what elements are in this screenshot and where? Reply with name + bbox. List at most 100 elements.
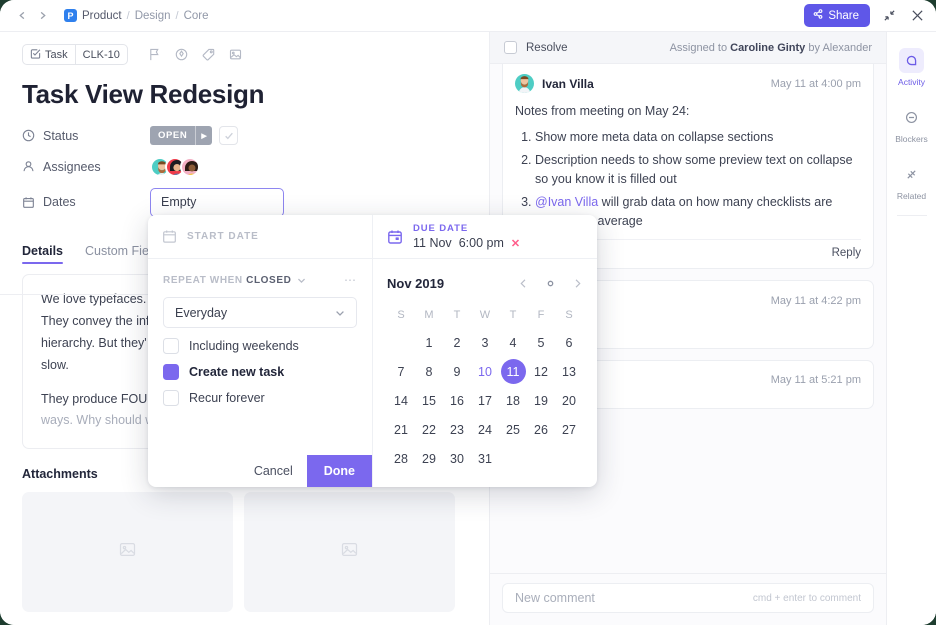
- avatar[interactable]: [515, 74, 534, 93]
- assignees-field-label: Assignees: [22, 160, 150, 174]
- clear-due-date-icon[interactable]: ✕: [511, 237, 520, 250]
- calendar-day[interactable]: 10: [471, 357, 499, 386]
- new-comment-input[interactable]: New comment cmd + enter to comment: [502, 583, 874, 613]
- task-type-label: Task: [45, 48, 68, 61]
- calendar-day-value: 11: [500, 359, 526, 384]
- share-button[interactable]: Share: [804, 4, 870, 27]
- rail-label: Related: [896, 191, 927, 201]
- calendar-day[interactable]: 15: [415, 386, 443, 415]
- calendar-day-value: 24: [478, 422, 492, 437]
- calendar-day[interactable]: 14: [387, 386, 415, 415]
- task-toolbar: [148, 48, 242, 61]
- calendar-day[interactable]: 7: [387, 357, 415, 386]
- option-create-new-task[interactable]: Create new task: [163, 364, 357, 380]
- calendar-day[interactable]: 12: [527, 357, 555, 386]
- date-picker-body: REPEAT WHEN CLOSED ⋯ Everyday Including …: [148, 259, 597, 487]
- breadcrumb-product[interactable]: Product: [82, 10, 122, 22]
- checkbox[interactable]: [163, 338, 179, 354]
- calendar-day[interactable]: 9: [443, 357, 471, 386]
- tag-icon[interactable]: [202, 48, 215, 61]
- task-type-chip[interactable]: Task: [23, 45, 75, 64]
- calendar-day[interactable]: 20: [555, 386, 583, 415]
- option-recur-forever[interactable]: Recur forever: [163, 390, 357, 406]
- calendar-day[interactable]: 11: [499, 357, 527, 386]
- attachment-card[interactable]: [244, 492, 455, 613]
- calendar-day[interactable]: 26: [527, 415, 555, 444]
- today-dot-icon[interactable]: [545, 278, 556, 289]
- calendar-day[interactable]: 18: [499, 386, 527, 415]
- cancel-button[interactable]: Cancel: [240, 455, 307, 487]
- calendar-day[interactable]: 1: [415, 328, 443, 357]
- assigned-prefix: Assigned to: [669, 41, 728, 54]
- task-id-chip[interactable]: CLK-10: [74, 45, 127, 64]
- calendar-day[interactable]: 3: [471, 328, 499, 357]
- reply-button[interactable]: Reply: [832, 247, 861, 259]
- mention-link[interactable]: @Ivan Villa: [535, 195, 598, 209]
- blockers-icon: [899, 105, 924, 130]
- breadcrumb-design[interactable]: Design: [135, 10, 171, 22]
- chevron-left-icon[interactable]: [518, 278, 529, 289]
- calendar-day[interactable]: 25: [499, 415, 527, 444]
- calendar-day[interactable]: 30: [443, 444, 471, 473]
- tab-custom-fields[interactable]: Custom Fie: [85, 244, 149, 264]
- back-button[interactable]: [12, 6, 32, 26]
- calendar-day[interactable]: 29: [415, 444, 443, 473]
- calendar-nav: [518, 278, 583, 289]
- flag-icon[interactable]: [148, 48, 161, 61]
- avatar[interactable]: [180, 156, 200, 177]
- tab-details[interactable]: Details: [22, 244, 63, 264]
- calendar-day[interactable]: 23: [443, 415, 471, 444]
- related-icon: [899, 162, 924, 187]
- chevron-right-icon[interactable]: [572, 278, 583, 289]
- done-button[interactable]: Done: [306, 455, 372, 487]
- calendar-day[interactable]: 2: [443, 328, 471, 357]
- forward-button[interactable]: [32, 6, 52, 26]
- mark-complete-button[interactable]: [219, 126, 239, 145]
- calendar-day[interactable]: 4: [499, 328, 527, 357]
- due-date-field[interactable]: DUE DATE 11 Nov 6:00 pm ✕: [373, 215, 597, 258]
- calendar-day[interactable]: 5: [527, 328, 555, 357]
- option-label: Recur forever: [189, 391, 265, 405]
- top-bar-actions: Share: [804, 4, 926, 27]
- image-icon[interactable]: [229, 48, 242, 61]
- rail-item-blockers[interactable]: Blockers: [887, 97, 936, 154]
- calendar-month-label: Nov 2019: [387, 275, 445, 291]
- calendar-day-value: 15: [422, 393, 436, 408]
- checkbox[interactable]: [163, 390, 179, 406]
- priority-icon[interactable]: [175, 48, 188, 61]
- app-window: P Product / Design / Core Share Task CLK…: [0, 0, 936, 625]
- calendar-day[interactable]: 19: [527, 386, 555, 415]
- start-date-field[interactable]: START DATE: [148, 215, 373, 258]
- option-including-weekends[interactable]: Including weekends: [163, 338, 357, 354]
- calendar-day[interactable]: 22: [415, 415, 443, 444]
- calendar-day-value: 28: [394, 451, 408, 466]
- calendar-day[interactable]: 28: [387, 444, 415, 473]
- image-placeholder-icon: [119, 541, 136, 563]
- calendar-day-header: T: [453, 309, 461, 321]
- calendar-day[interactable]: 21: [387, 415, 415, 444]
- resolve-checkbox[interactable]: [504, 41, 517, 54]
- repeat-panel: REPEAT WHEN CLOSED ⋯ Everyday Including …: [148, 259, 373, 487]
- rail-item-related[interactable]: Related: [887, 154, 936, 211]
- calendar-day[interactable]: 6: [555, 328, 583, 357]
- more-dots-icon[interactable]: ⋯: [344, 273, 357, 287]
- breadcrumb-core[interactable]: Core: [184, 10, 209, 22]
- dates-input[interactable]: Empty: [150, 187, 284, 217]
- calendar-day[interactable]: 31: [471, 444, 499, 473]
- calendar-day[interactable]: 24: [471, 415, 499, 444]
- calendar-day[interactable]: 16: [443, 386, 471, 415]
- resolve-label[interactable]: Resolve: [526, 42, 568, 54]
- calendar-day[interactable]: 27: [555, 415, 583, 444]
- calendar-day[interactable]: 8: [415, 357, 443, 386]
- calendar-day[interactable]: 17: [471, 386, 499, 415]
- collapse-icon[interactable]: [880, 7, 898, 25]
- close-icon[interactable]: [908, 7, 926, 25]
- chevron-down-icon[interactable]: [297, 276, 306, 285]
- calendar-day[interactable]: 13: [555, 357, 583, 386]
- repeat-frequency-select[interactable]: Everyday: [163, 297, 357, 328]
- workspace-logo[interactable]: P: [64, 9, 77, 22]
- attachment-card[interactable]: [22, 492, 233, 613]
- status-badge[interactable]: OPEN ▶: [150, 126, 213, 145]
- rail-item-activity[interactable]: Activity: [887, 40, 936, 97]
- checkbox-checked[interactable]: [163, 364, 179, 380]
